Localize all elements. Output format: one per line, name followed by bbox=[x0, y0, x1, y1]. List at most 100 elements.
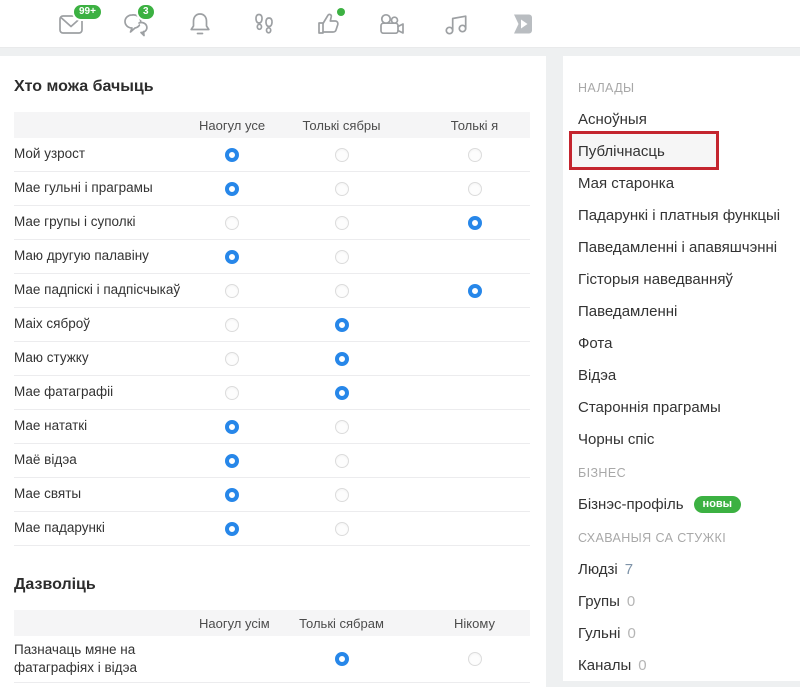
option-cell bbox=[264, 284, 419, 298]
sidebar-item-third-party-apps[interactable]: Староннія праграмы bbox=[578, 391, 790, 423]
row-label: Мае падарункі bbox=[14, 519, 199, 537]
radio-selected[interactable] bbox=[335, 386, 349, 400]
sidebar-item-groups[interactable]: Групы0 bbox=[578, 585, 790, 617]
radio-selected[interactable] bbox=[225, 250, 239, 264]
option-cell bbox=[264, 182, 419, 196]
video-player-nav-button[interactable] bbox=[505, 9, 534, 39]
sidebar-item-games[interactable]: Гульні0 bbox=[578, 617, 790, 649]
likes-nav-button[interactable] bbox=[313, 9, 342, 39]
sidebar-section-settings: НАЛАДЫ bbox=[578, 70, 790, 103]
column-only-me: Толькі я bbox=[419, 118, 530, 133]
option-cell bbox=[264, 420, 419, 434]
table-row-my-games: Мае гульні і праграмы bbox=[14, 172, 530, 206]
table-row-tag-me: Пазначаць мяне на фатаграфіях і відэа bbox=[14, 636, 530, 683]
row-label: Мае групы і суполкі bbox=[14, 213, 199, 231]
radio-selected[interactable] bbox=[335, 352, 349, 366]
option-cell bbox=[199, 454, 264, 468]
radio-unselected[interactable] bbox=[335, 454, 349, 468]
sidebar-item-publicity[interactable]: Публічнасць bbox=[578, 135, 790, 167]
option-cell bbox=[264, 454, 419, 468]
sidebar-item-photo[interactable]: Фота bbox=[578, 327, 790, 359]
table-row-my-groups: Мае групы і суполкі bbox=[14, 206, 530, 240]
radio-selected[interactable] bbox=[468, 284, 482, 298]
table-row-my-age: Мой узрост bbox=[14, 138, 530, 172]
column-friends-only-allow: Толькі сябрам bbox=[264, 616, 419, 631]
radio-selected[interactable] bbox=[335, 318, 349, 332]
radio-unselected[interactable] bbox=[335, 284, 349, 298]
video-camera-nav-button[interactable] bbox=[377, 9, 406, 39]
thumbs-up-icon bbox=[315, 11, 341, 37]
table-row-my-gifts: Мае падарункі bbox=[14, 512, 530, 546]
privacy-settings-page: 99+ 3 bbox=[0, 0, 800, 687]
option-cell bbox=[199, 352, 264, 366]
radio-selected[interactable] bbox=[225, 420, 239, 434]
radio-unselected[interactable] bbox=[225, 386, 239, 400]
visibility-table-header: Наогул усе Толькі сябры Толькі я bbox=[14, 112, 530, 138]
radio-unselected[interactable] bbox=[335, 216, 349, 230]
radio-unselected[interactable] bbox=[335, 148, 349, 162]
sidebar-item-visit-history[interactable]: Гісторыя наведванняў bbox=[578, 263, 790, 295]
row-label: Маё відэа bbox=[14, 451, 199, 469]
radio-unselected[interactable] bbox=[468, 182, 482, 196]
row-label: Пазначаць мяне на фатаграфіях і відэа bbox=[14, 641, 199, 677]
sidebar-item-black-list[interactable]: Чорны спіс bbox=[578, 423, 790, 455]
channels-count: 0 bbox=[638, 657, 646, 674]
radio-unselected[interactable] bbox=[335, 522, 349, 536]
chats-nav-button[interactable]: 3 bbox=[121, 9, 150, 39]
table-row-my-significant-other: Маю другую палавіну bbox=[14, 240, 530, 274]
option-cell bbox=[264, 652, 419, 666]
radio-selected[interactable] bbox=[225, 488, 239, 502]
option-cell bbox=[199, 216, 264, 230]
table-row-my-videos: Маё відэа bbox=[14, 444, 530, 478]
option-cell bbox=[199, 250, 264, 264]
footprints-icon bbox=[251, 11, 277, 37]
row-label: Мае святы bbox=[14, 485, 199, 503]
visibility-table: Наогул усе Толькі сябры Толькі я Мой узр… bbox=[14, 112, 530, 546]
sidebar-item-gifts-paid-features[interactable]: Падарункі і платныя функцыі bbox=[578, 199, 790, 231]
radio-selected[interactable] bbox=[225, 522, 239, 536]
radio-selected[interactable] bbox=[468, 216, 482, 230]
video-player-icon bbox=[506, 12, 534, 36]
option-cell bbox=[264, 318, 419, 332]
settings-sidebar: НАЛАДЫ Асноўныя Публічнасць Мая старонка… bbox=[563, 56, 800, 681]
guests-nav-button[interactable] bbox=[249, 9, 278, 39]
column-everyone: Наогул усе bbox=[199, 118, 264, 133]
option-cell bbox=[419, 284, 530, 298]
radio-unselected[interactable] bbox=[225, 352, 239, 366]
sidebar-item-business-profile[interactable]: Бізнэс-профільновы bbox=[578, 488, 790, 520]
radio-unselected[interactable] bbox=[468, 652, 482, 666]
radio-selected[interactable] bbox=[225, 182, 239, 196]
sidebar-item-channels[interactable]: Каналы0 bbox=[578, 649, 790, 681]
sidebar-item-messages[interactable]: Паведамленні bbox=[578, 295, 790, 327]
sidebar-item-messages-notifications[interactable]: Паведамленні і апавяшчэнні bbox=[578, 231, 790, 263]
radio-unselected[interactable] bbox=[335, 250, 349, 264]
radio-selected[interactable] bbox=[335, 652, 349, 666]
option-cell bbox=[199, 284, 264, 298]
option-cell bbox=[264, 386, 419, 400]
radio-unselected[interactable] bbox=[468, 148, 482, 162]
radio-selected[interactable] bbox=[225, 454, 239, 468]
sidebar-item-people[interactable]: Людзі7 bbox=[578, 553, 790, 585]
radio-unselected[interactable] bbox=[225, 216, 239, 230]
new-badge: новы bbox=[694, 496, 742, 513]
radio-selected[interactable] bbox=[225, 148, 239, 162]
messages-nav-button[interactable]: 99+ bbox=[57, 9, 86, 39]
notifications-nav-button[interactable] bbox=[185, 9, 214, 39]
row-label: Мае фатаграфіі bbox=[14, 383, 199, 401]
music-nav-button[interactable] bbox=[441, 9, 470, 39]
sidebar-item-main[interactable]: Асноўныя bbox=[578, 103, 790, 135]
bell-icon bbox=[188, 11, 212, 37]
column-everyone-allow: Наогул усім bbox=[199, 616, 264, 631]
table-row-my-subscriptions: Мае падпіскі і падпісчыкаў bbox=[14, 274, 530, 308]
radio-unselected[interactable] bbox=[335, 182, 349, 196]
sidebar-item-my-page[interactable]: Мая старонка bbox=[578, 167, 790, 199]
table-row-my-notes: Мае нататкі bbox=[14, 410, 530, 444]
radio-unselected[interactable] bbox=[225, 318, 239, 332]
option-cell bbox=[199, 420, 264, 434]
radio-unselected[interactable] bbox=[225, 284, 239, 298]
chats-count-badge: 3 bbox=[136, 3, 156, 21]
radio-unselected[interactable] bbox=[335, 488, 349, 502]
sidebar-item-video[interactable]: Відэа bbox=[578, 359, 790, 391]
games-count: 0 bbox=[627, 625, 635, 642]
radio-unselected[interactable] bbox=[335, 420, 349, 434]
